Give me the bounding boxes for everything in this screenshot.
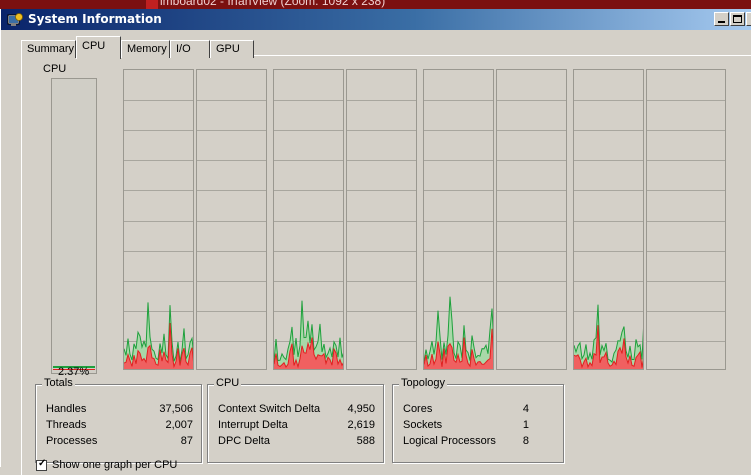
one-graph-per-cpu-checkbox[interactable]: ✓	[36, 458, 47, 471]
tab-label: CPU	[82, 40, 106, 52]
stat-label: DPC Delta	[218, 435, 270, 447]
tab-label: I/O	[176, 43, 191, 55]
close-button[interactable]	[746, 12, 751, 26]
totals-row-handles: Handles 37,506	[46, 403, 193, 417]
tab-memory[interactable]: Memory	[121, 40, 170, 58]
topology-row-cores: Cores 4	[403, 403, 529, 417]
tab-label: Summary	[27, 43, 75, 55]
topology-title: Topology	[399, 377, 448, 389]
maximize-icon	[733, 15, 742, 23]
tab-label: GPU	[216, 43, 240, 55]
totals-row-processes: Processes 87	[46, 435, 193, 449]
cpu-graph-4	[423, 69, 494, 370]
stat-label: Context Switch Delta	[218, 403, 321, 415]
checkmark-icon: ✓	[38, 458, 47, 469]
minimize-button[interactable]	[714, 12, 729, 26]
cpu-graph-canvas	[197, 100, 266, 342]
cpu-graph-3	[346, 69, 417, 370]
system-information-icon	[7, 13, 23, 26]
tab-summary[interactable]: Summary	[21, 40, 76, 58]
cpu-graph-7	[646, 69, 726, 370]
stat-value: 4	[522, 403, 529, 415]
cpu-graph-canvas	[347, 100, 416, 342]
cpu-graph-5	[496, 69, 567, 370]
stat-label: Processes	[46, 435, 98, 447]
cpu-stats-row-dpc: DPC Delta 588	[218, 435, 375, 449]
totals-row-threads: Threads 2,007	[46, 419, 193, 433]
totals-title: Totals	[42, 377, 75, 389]
topology-row-sockets: Sockets 1	[403, 419, 529, 433]
cpu-graph-6	[573, 69, 644, 370]
tab-label: Memory	[127, 43, 167, 55]
stat-value: 8	[522, 435, 529, 447]
topology-row-logical-processors: Logical Processors 8	[403, 435, 529, 449]
topology-group: Topology Cores 4 Sockets 1 Logical Proce…	[392, 377, 564, 463]
window-title: System Information	[28, 12, 162, 26]
cpu-graph-2	[273, 69, 344, 370]
cpu-graph-canvas	[647, 100, 725, 342]
totals-group: Totals Handles 37,506 Threads 2,007 Proc…	[35, 377, 202, 463]
cpu-graph-0	[123, 69, 194, 370]
irfanview-icon	[146, 0, 158, 9]
stat-value: 87	[180, 435, 193, 447]
stat-value: 2,007	[165, 419, 193, 431]
stat-label: Sockets	[403, 419, 443, 431]
system-information-window: System Information Summary CPU Memory I/…	[0, 9, 751, 475]
cpu-graph-canvas	[424, 100, 493, 369]
tab-gpu[interactable]: GPU	[210, 40, 254, 58]
stat-value: 2,619	[347, 419, 375, 431]
title-bar[interactable]: System Information	[1, 9, 751, 30]
tab-io[interactable]: I/O	[170, 40, 210, 58]
cpu-stats-row-context-switch: Context Switch Delta 4,950	[218, 403, 375, 417]
stat-label: Threads	[46, 419, 87, 431]
stat-value: 4,950	[347, 403, 375, 415]
stat-value: 1	[522, 419, 529, 431]
cpu-graph-canvas	[274, 100, 343, 369]
maximize-button[interactable]	[730, 12, 745, 26]
total-usage-line	[574, 304, 643, 363]
cpu-usage-meter	[51, 78, 97, 374]
one-graph-per-cpu-label: Show one graph per CPU	[52, 459, 178, 471]
stat-value: 588	[356, 435, 375, 447]
background-window-titlebar: imboard02 - IrfanView (Zoom: 1092 x 238)	[0, 0, 751, 9]
cpu-stats-title: CPU	[214, 377, 242, 389]
cpu-stats-group: CPU Context Switch Delta 4,950 Interrupt…	[207, 377, 384, 463]
cpu-meter-label: CPU	[43, 63, 67, 75]
stat-label: Logical Processors	[403, 435, 496, 447]
minimize-icon	[718, 21, 725, 23]
stat-label: Handles	[46, 403, 87, 415]
cpu-stats-row-interrupt: Interrupt Delta 2,619	[218, 419, 375, 433]
stat-value: 37,506	[159, 403, 193, 415]
cpu-graph-canvas	[574, 100, 643, 369]
stat-label: Interrupt Delta	[218, 419, 288, 431]
cpu-graph-1	[196, 69, 267, 370]
tab-cpu[interactable]: CPU	[76, 36, 121, 59]
cpu-graph-canvas	[124, 100, 193, 369]
stat-label: Cores	[403, 403, 433, 415]
cpu-graph-canvas	[497, 100, 566, 342]
background-window-title: imboard02 - IrfanView (Zoom: 1092 x 238)	[160, 0, 386, 8]
